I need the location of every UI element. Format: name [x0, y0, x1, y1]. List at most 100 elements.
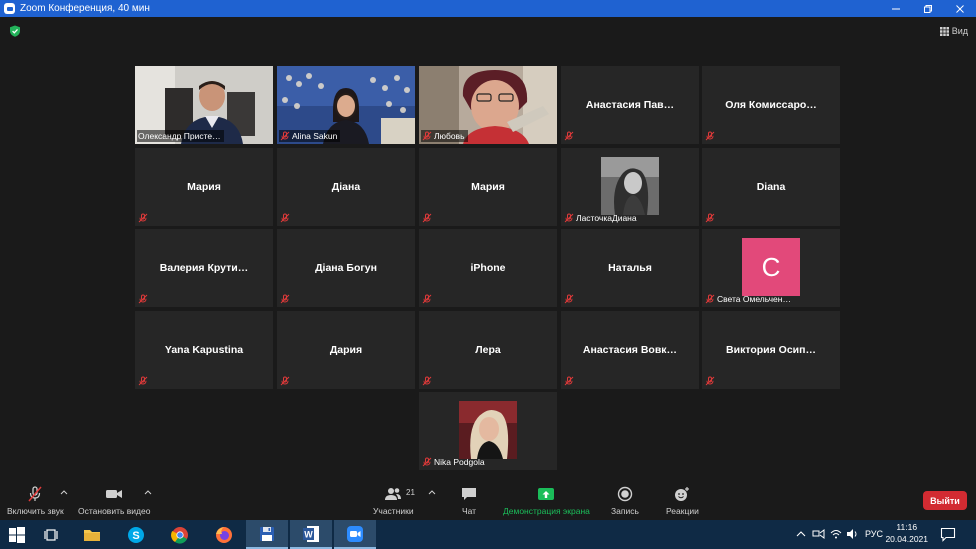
participant-name: Лера	[475, 344, 501, 356]
participant-avatar-photo	[601, 157, 659, 215]
participants-options-chevron-up-icon[interactable]	[428, 489, 436, 495]
mic-muted-icon	[422, 376, 432, 386]
firefox-icon	[216, 526, 232, 543]
mic-muted-icon	[138, 376, 148, 386]
participant-name: Валерия Крути…	[159, 262, 249, 274]
participant-tile[interactable]: ЛасточкаДиана	[561, 148, 699, 226]
participant-name: Diana	[756, 181, 786, 193]
clock-date: 20.04.2021	[885, 534, 928, 544]
mic-muted-icon	[280, 294, 290, 304]
taskbar-clock[interactable]: 11:16 20.04.2021	[885, 521, 928, 545]
audio-options-chevron-up-icon[interactable]	[60, 489, 68, 495]
leave-meeting-button[interactable]: Выйти	[923, 491, 967, 510]
mic-muted-icon	[138, 294, 148, 304]
participant-name: iPhone	[470, 262, 506, 274]
participant-tile[interactable]: Оля Комиссаро…	[702, 66, 840, 144]
chat-button[interactable]: Чат	[460, 486, 478, 516]
participant-tile[interactable]: Виктория Осип…	[702, 311, 840, 389]
mic-muted-icon	[280, 213, 290, 223]
video-options-chevron-up-icon[interactable]	[144, 489, 152, 495]
participants-icon	[385, 488, 402, 500]
mic-muted-icon	[564, 213, 574, 223]
volume-icon[interactable]	[846, 528, 859, 540]
participant-avatar-photo	[459, 401, 517, 459]
share-screen-button[interactable]: Демонстрация экрана	[503, 486, 590, 516]
mic-muted-icon	[564, 294, 574, 304]
participant-name: Оля Комиссаро…	[725, 99, 817, 111]
stop-video-button[interactable]: Остановить видео	[78, 486, 150, 516]
unmute-button[interactable]: Включить звук	[7, 486, 64, 516]
participant-name: Дария	[329, 344, 363, 356]
participant-name: Мария	[187, 181, 221, 193]
chrome-icon	[171, 526, 188, 544]
participant-tile[interactable]: Анастасия Пав…	[561, 66, 699, 144]
mic-muted-icon	[280, 131, 290, 141]
reactions-button[interactable]: Реакции	[666, 486, 699, 516]
mic-muted-icon	[280, 376, 290, 386]
taskbar-chrome[interactable]	[160, 520, 200, 549]
participant-name: Виктория Осип…	[726, 344, 816, 356]
word-icon: W	[303, 525, 319, 542]
participant-name: Діана	[331, 181, 361, 193]
tray-chevron-up-icon[interactable]	[796, 529, 806, 539]
mic-muted-icon	[705, 294, 715, 304]
participant-name: Мария	[471, 181, 505, 193]
participant-tile[interactable]: Наталья	[561, 229, 699, 307]
participant-tile[interactable]: С Света Омельчен…	[702, 229, 840, 307]
svg-text:S: S	[132, 530, 139, 542]
participant-name: Діана Богун	[315, 262, 377, 274]
taskbar-save-app[interactable]	[246, 520, 288, 549]
participant-tile[interactable]: Діана Богун	[277, 229, 415, 307]
participant-tile[interactable]: Лера	[419, 311, 557, 389]
participant-name: Yana Kapustina	[164, 344, 244, 356]
participant-tile[interactable]: Олександр Присте…	[135, 66, 273, 144]
participant-tile[interactable]: Мария	[135, 148, 273, 226]
taskbar-word[interactable]: W	[290, 520, 332, 549]
participant-tile[interactable]: Любовь	[419, 66, 557, 144]
notification-center-icon[interactable]	[940, 527, 956, 542]
participant-tile[interactable]: Анастасия Вовк…	[561, 311, 699, 389]
participant-name-label: Alina Sakun	[279, 130, 341, 142]
mic-muted-icon	[705, 213, 715, 223]
folder-icon	[84, 529, 100, 541]
taskbar-file-explorer[interactable]	[72, 520, 112, 549]
skype-icon: S	[128, 526, 144, 543]
participant-tile[interactable]: Валерия Крути…	[135, 229, 273, 307]
participant-name-label: Олександр Присте…	[137, 130, 224, 142]
mic-muted-icon	[705, 376, 715, 386]
participant-tile[interactable]: Діана	[277, 148, 415, 226]
participant-tile[interactable]: Дария	[277, 311, 415, 389]
participant-tile[interactable]: Diana	[702, 148, 840, 226]
participant-tile[interactable]: iPhone	[419, 229, 557, 307]
mic-muted-icon	[28, 486, 42, 502]
mic-muted-icon	[564, 131, 574, 141]
mic-muted-icon	[422, 457, 432, 467]
participant-name: Анастасия Пав…	[585, 99, 675, 111]
wifi-icon[interactable]	[830, 528, 842, 540]
mic-muted-icon	[422, 213, 432, 223]
floppy-disk-icon	[260, 526, 274, 541]
svg-text:W: W	[304, 529, 313, 539]
taskbar-skype[interactable]: S	[116, 520, 156, 549]
record-button[interactable]: Запись	[611, 486, 639, 516]
taskbar-zoom[interactable]	[334, 520, 376, 549]
input-language[interactable]: РУС	[865, 529, 883, 539]
participant-name-label: Nika Podgola	[421, 456, 488, 468]
participant-tile[interactable]: Yana Kapustina	[135, 311, 273, 389]
participant-tile[interactable]: Nika Podgola	[419, 392, 557, 470]
windows-logo-icon	[9, 526, 25, 543]
task-view-button[interactable]	[34, 520, 68, 549]
clock-time: 11:16	[896, 522, 918, 532]
video-camera-icon	[106, 490, 123, 498]
participant-name: Анастасия Вовк…	[582, 344, 678, 356]
mic-muted-icon	[422, 294, 432, 304]
start-button[interactable]	[0, 520, 34, 549]
gallery-grid: Олександр Присте… Alina Sakun Любовь Ана…	[0, 0, 976, 490]
tray-accessibility-icon[interactable]	[812, 528, 825, 540]
participant-name-label: Любовь	[421, 130, 468, 142]
taskbar-firefox[interactable]	[204, 520, 244, 549]
participant-tile[interactable]: Мария	[419, 148, 557, 226]
participants-count: 21	[406, 488, 415, 497]
participant-tile[interactable]: Alina Sakun	[277, 66, 415, 144]
zoom-icon	[347, 525, 363, 542]
